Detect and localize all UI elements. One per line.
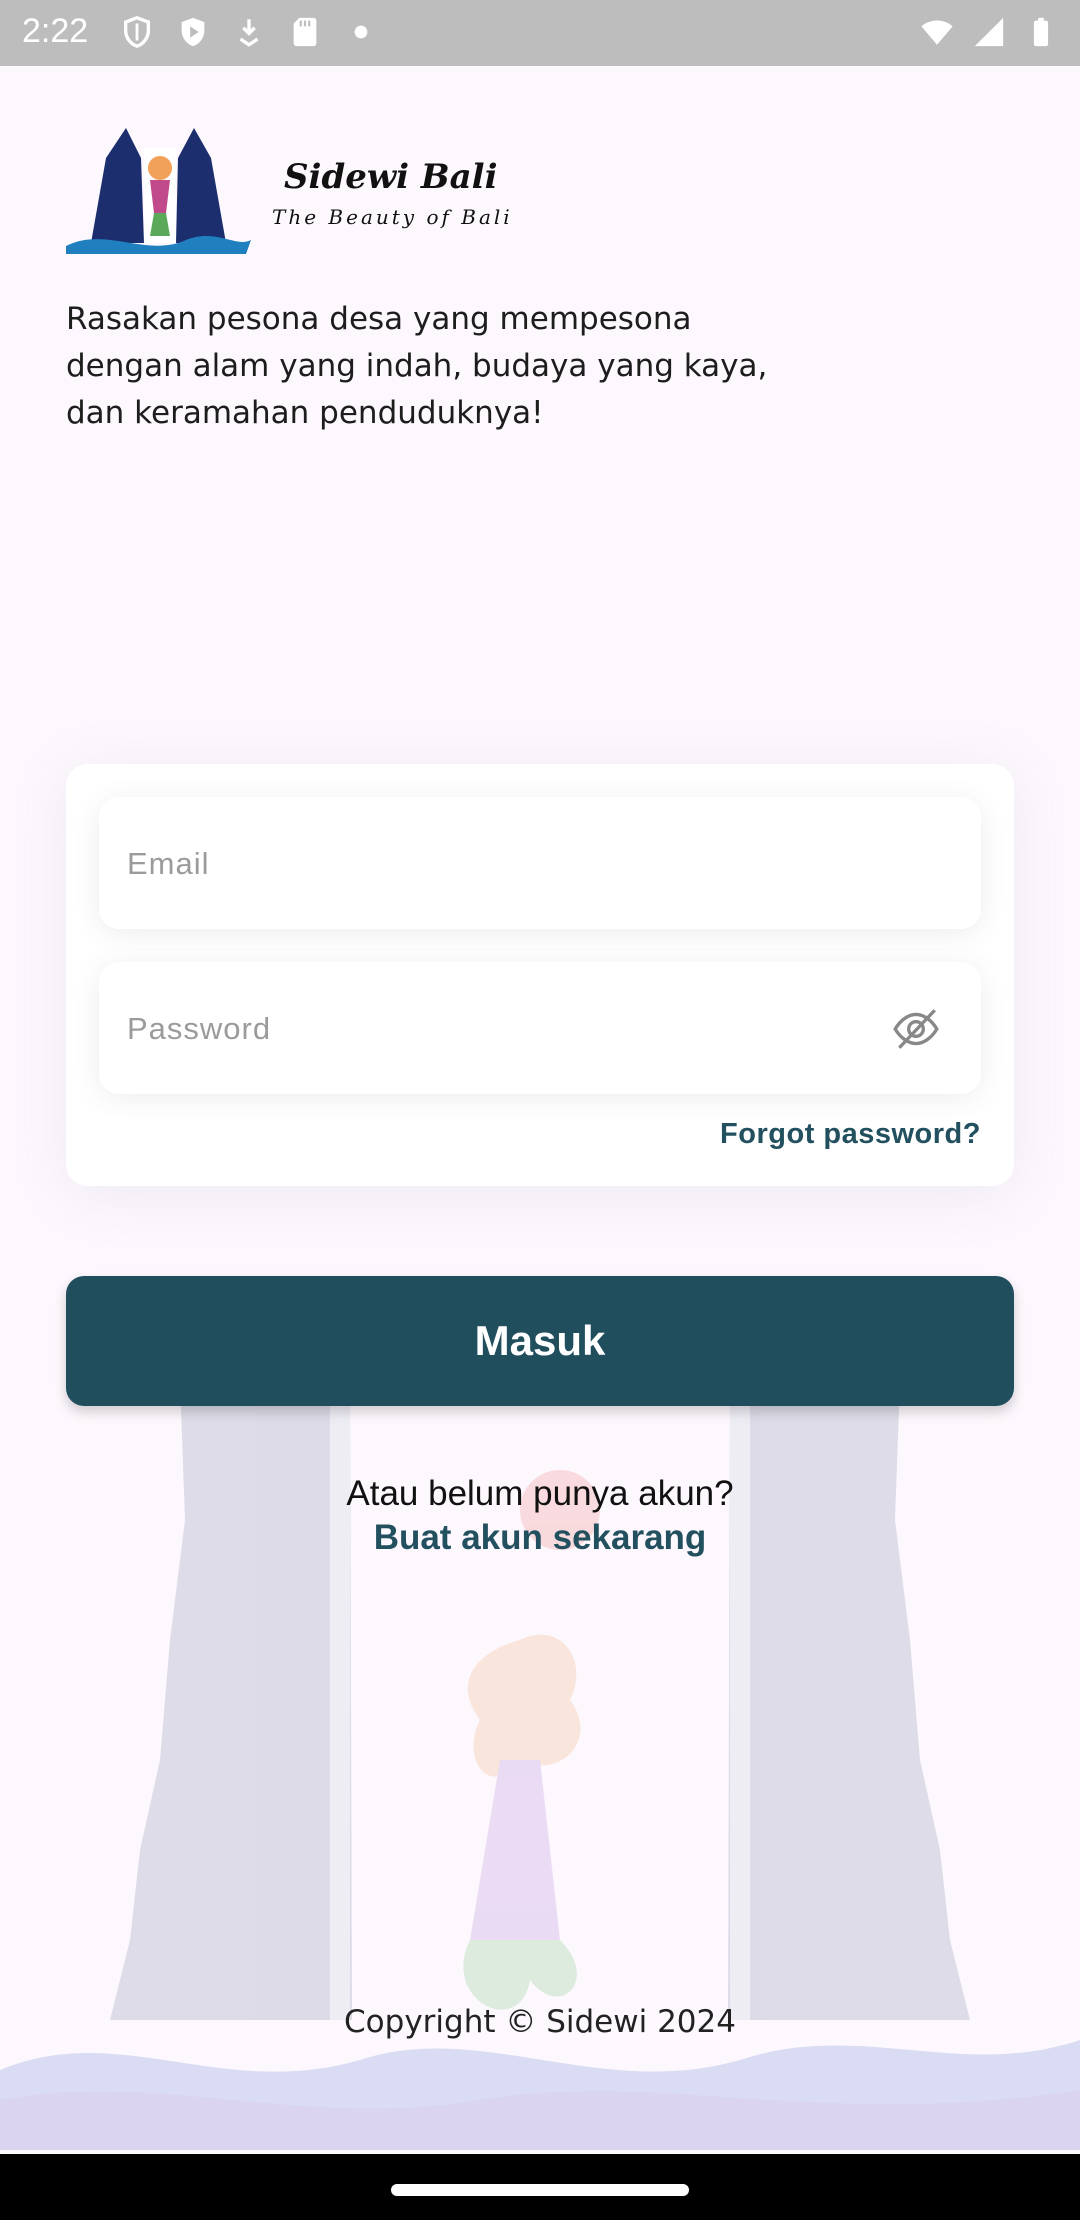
status-time: 2:22: [22, 12, 89, 50]
navigation-bar: [0, 2154, 1080, 2220]
create-account-link[interactable]: Buat akun sekarang: [0, 1518, 1080, 1558]
sidewi-bali-logo: Sidewi Bali The Beauty of Bali: [66, 128, 546, 258]
play-protect-icon: [181, 17, 205, 47]
email-field-container: [99, 797, 981, 931]
dot-icon: [354, 25, 368, 39]
status-bar: 2:22: [0, 0, 1080, 66]
home-gesture-handle[interactable]: [391, 2184, 689, 2196]
email-input[interactable]: [125, 797, 889, 931]
status-icons-right: [920, 14, 1058, 50]
login-card: Forgot password?: [66, 764, 1014, 1186]
status-icons-left: [120, 14, 378, 50]
battery-icon: [1033, 17, 1049, 47]
wifi-icon: [921, 20, 953, 45]
copyright-text: Copyright © Sidewi 2024: [344, 2004, 736, 2040]
eye-off-icon[interactable]: [891, 1004, 941, 1054]
password-field-container: [99, 962, 981, 1096]
logo-wordmark: Sidewi Bali: [284, 157, 498, 197]
login-button[interactable]: Masuk: [66, 1276, 1014, 1406]
password-input[interactable]: [125, 962, 889, 1096]
download-icon: [239, 19, 259, 47]
sd-card-icon: [293, 17, 317, 47]
signup-prompt: Atau belum punya akun?: [346, 1474, 734, 1513]
forgot-password-link[interactable]: Forgot password?: [720, 1118, 981, 1151]
signal-icon: [974, 17, 1004, 47]
shield-icon: [123, 16, 151, 48]
temple-gate-logo-icon: [66, 128, 251, 254]
logo-slogan: The Beauty of Bali: [272, 205, 513, 229]
tagline: Rasakan pesona desa yang mempesona denga…: [66, 301, 768, 431]
